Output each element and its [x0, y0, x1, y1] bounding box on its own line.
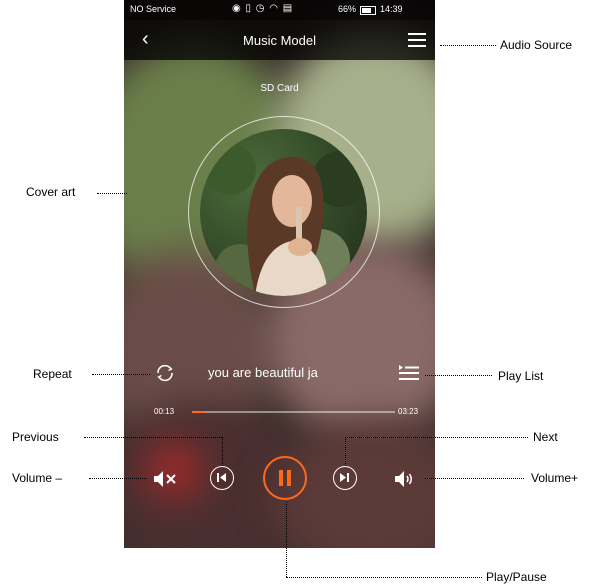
status-bar: NO Service ◉ ▯ ◷ ◠ ▤ 66% 14:39 — [124, 0, 435, 20]
pause-icon — [279, 470, 291, 486]
previous-button[interactable] — [210, 466, 234, 490]
repeat-leader — [92, 374, 150, 375]
elapsed-time: 00:13 — [154, 407, 175, 416]
volume-icon[interactable] — [393, 469, 415, 494]
play-pause-button[interactable] — [263, 456, 307, 500]
cover-art — [200, 129, 367, 296]
previous-icon — [217, 473, 226, 482]
next-leader — [345, 437, 528, 438]
battery-icon — [360, 6, 376, 15]
audio-source-leader — [440, 45, 496, 46]
progress-bar[interactable] — [192, 411, 395, 413]
progress-fill — [192, 411, 205, 413]
previous-leader — [84, 437, 222, 438]
clock: 14:39 — [380, 4, 403, 14]
next-icon — [340, 473, 349, 482]
callout-previous: Previous — [12, 430, 59, 444]
mute-icon[interactable] — [152, 469, 178, 494]
audio-source-label: SD Card — [260, 83, 299, 94]
previous-leader-down — [222, 437, 223, 466]
play-pause-leader — [286, 577, 482, 578]
status-icons: ◉ ▯ ◷ ◠ ▤ — [232, 3, 294, 14]
cover-art-leader — [97, 193, 127, 194]
callout-play-list: Play List — [498, 369, 544, 383]
playlist-leader — [425, 375, 492, 376]
duration-time: 03:23 — [398, 407, 419, 416]
battery-percent: 66% — [338, 4, 357, 14]
callout-repeat: Repeat — [33, 367, 72, 381]
menu-icon[interactable] — [408, 33, 426, 47]
page-title: Music Model — [243, 33, 316, 48]
song-title: you are beautiful ja — [208, 365, 318, 380]
next-leader-down — [345, 437, 346, 466]
volume-minus-leader — [89, 478, 147, 479]
callout-volume-minus: Volume – — [12, 471, 63, 485]
callout-volume-plus: Volume+ — [531, 471, 579, 485]
callout-cover-art: Cover art — [26, 185, 76, 199]
play-pause-leader-down — [286, 502, 287, 577]
repeat-icon[interactable] — [154, 362, 176, 384]
callout-play-pause: Play/Pause — [486, 570, 547, 584]
next-button[interactable] — [333, 466, 357, 490]
playlist-icon[interactable] — [398, 364, 420, 382]
callout-next: Next — [533, 430, 558, 444]
title-bar: ‹ Music Model — [124, 20, 435, 60]
carrier-label: NO Service — [130, 4, 177, 14]
callout-audio-source: Audio Source — [500, 38, 573, 52]
volume-plus-leader — [425, 478, 524, 479]
